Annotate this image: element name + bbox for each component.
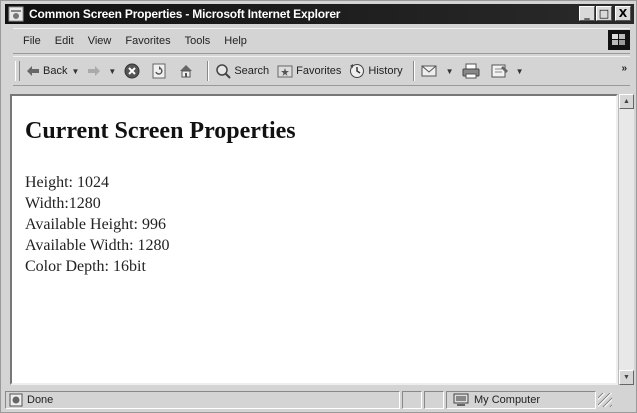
back-button[interactable]: Back ▼ <box>26 65 79 77</box>
forward-dropdown-icon[interactable]: ▼ <box>108 67 116 76</box>
resize-grip[interactable] <box>598 393 612 407</box>
scroll-down-button[interactable]: ▼ <box>619 370 634 385</box>
property-available-width: Available Width: 1280 <box>25 237 170 254</box>
forward-button[interactable]: ▼ <box>87 65 116 77</box>
print-button[interactable] <box>462 63 483 79</box>
edit-button[interactable]: ▼ <box>491 63 524 79</box>
title-bar[interactable]: Common Screen Properties - Microsoft Int… <box>5 4 634 24</box>
menu-bar: File Edit View Favorites Tools Help <box>13 28 630 54</box>
search-icon <box>216 64 232 79</box>
favorites-button[interactable]: Favorites <box>277 64 341 78</box>
screen-properties-list: Height: 1024 Width:1280 Available Height… <box>25 172 170 277</box>
toolbar-grip[interactable] <box>15 61 20 81</box>
page-content: Current Screen Properties Height: 1024 W… <box>10 94 618 385</box>
status-text: Done <box>27 394 54 406</box>
stop-icon <box>124 63 140 79</box>
home-icon <box>180 65 193 78</box>
standard-toolbar: Back ▼ ▼ Search Favorites History ▼ ▼ » <box>13 56 630 86</box>
menu-view[interactable]: View <box>88 35 112 47</box>
security-zone[interactable]: My Computer <box>446 391 596 409</box>
menu-favorites[interactable]: Favorites <box>125 35 170 47</box>
page-done-icon <box>9 393 23 407</box>
status-message: Done <box>5 391 400 409</box>
menu-file[interactable]: File <box>23 35 41 47</box>
refresh-icon <box>152 63 166 79</box>
status-cell-progress <box>402 391 422 409</box>
home-button[interactable] <box>178 63 197 79</box>
page-heading: Current Screen Properties <box>25 118 296 144</box>
minimize-button[interactable]: _ <box>579 6 595 21</box>
toolbar-separator <box>412 61 415 81</box>
menu-edit[interactable]: Edit <box>55 35 74 47</box>
mail-button[interactable]: ▼ <box>421 64 454 78</box>
window-controls: _ □ X <box>579 6 631 21</box>
vertical-scrollbar[interactable]: ▲ ▼ <box>618 94 634 385</box>
print-icon <box>462 63 480 79</box>
my-computer-icon <box>453 393 469 406</box>
menu-help[interactable]: Help <box>224 35 247 47</box>
forward-arrow-icon <box>88 66 101 76</box>
history-icon <box>350 64 365 78</box>
favorites-label: Favorites <box>296 65 342 77</box>
status-bar: Done My Computer <box>5 390 634 410</box>
maximize-button[interactable]: □ <box>596 6 612 21</box>
stop-button[interactable] <box>124 63 143 79</box>
refresh-button[interactable] <box>151 63 170 79</box>
ie-page-icon <box>8 6 24 22</box>
toolbar-separator <box>207 61 210 81</box>
search-button[interactable]: Search <box>215 63 269 79</box>
menu-tools[interactable]: Tools <box>185 35 211 47</box>
property-available-height: Available Height: 996 <box>25 216 166 233</box>
search-label: Search <box>234 65 270 77</box>
mail-icon <box>421 65 437 77</box>
back-arrow-icon <box>27 66 39 76</box>
mail-dropdown-icon[interactable]: ▼ <box>446 67 454 76</box>
back-dropdown-icon[interactable]: ▼ <box>71 67 79 76</box>
zone-label: My Computer <box>474 394 541 406</box>
close-button[interactable]: X <box>615 6 631 21</box>
window-title: Common Screen Properties - Microsoft Int… <box>29 7 341 21</box>
scroll-up-button[interactable]: ▲ <box>619 94 634 109</box>
history-button[interactable]: History <box>349 63 403 79</box>
toolbar-overflow-chevron[interactable]: » <box>621 63 627 74</box>
property-height: Height: 1024 <box>25 174 109 191</box>
edit-dropdown-icon[interactable]: ▼ <box>516 67 524 76</box>
property-color-depth: Color Depth: 16bit <box>25 258 146 275</box>
history-label: History <box>368 65 403 77</box>
status-cell-security <box>424 391 444 409</box>
browser-window: Common Screen Properties - Microsoft Int… <box>0 0 637 413</box>
property-width: Width:1280 <box>25 195 101 212</box>
edit-icon <box>491 64 508 78</box>
back-label: Back <box>43 65 68 77</box>
windows-logo-icon <box>608 30 630 50</box>
favorites-icon <box>277 65 293 78</box>
